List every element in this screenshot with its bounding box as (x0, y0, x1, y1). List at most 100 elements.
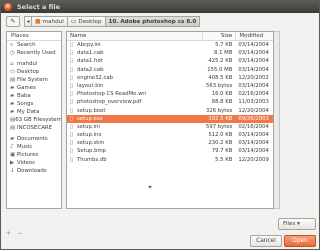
place-pictures[interactable]: ▣ Pictures (7, 151, 61, 159)
place-label: Desktop (17, 69, 40, 75)
drive-icon: ▤ (10, 125, 16, 131)
desktop-icon: ▭ (10, 69, 16, 75)
file-size-cell: 102.5 KB (208, 115, 233, 122)
file-size-cell: 5.5 KB (215, 156, 233, 163)
place-incosecare[interactable]: ▤ INCOSECARE (7, 124, 61, 132)
file-row[interactable]: ▯ photoshop_overview.pdf 88.8 KB 11/03/2003 (67, 98, 273, 106)
place-downloads[interactable]: ↓ Downloads (7, 167, 61, 175)
file-modified-cell: 03/14/2004 (238, 58, 269, 65)
home-folder-icon: ⌂ (10, 61, 14, 67)
file-icon: ▯ (70, 66, 74, 73)
file-name: data1.cab (77, 50, 104, 57)
file-name-cell: ▯ Abcpy.ini (67, 41, 202, 49)
file-size-cell: 425.2 KB (208, 58, 233, 65)
file-row[interactable]: ▯ Setup.bmp 79.7 KB 03/14/2004 (67, 147, 273, 155)
file-name: setup.inx (77, 132, 102, 139)
file-name-cell: ▯ Photoshop CS ReadMe.wri (67, 90, 202, 98)
place-search[interactable]: ⌕ Search (7, 41, 61, 49)
file-name-cell: ▯ photoshop_overview.pdf (67, 98, 202, 106)
file-name: photoshop_overview.pdf (77, 99, 142, 106)
place-label: My Data (17, 109, 40, 115)
file-modified-cell: 11/03/2003 (238, 99, 269, 106)
place-label: Recently Used (17, 50, 56, 56)
file-icon: ▯ (70, 50, 74, 57)
file-row[interactable]: ▯ setup.ini 597 bytes 02/16/2004 (67, 123, 273, 131)
file-icon: ▯ (70, 82, 74, 89)
file-name: data2.cab (77, 66, 104, 73)
music-folder-icon: ♪ (10, 144, 14, 150)
file-row[interactable]: ▯ data1.hdr 425.2 KB 03/14/2004 (67, 57, 273, 65)
file-name: layout.bin (77, 82, 104, 89)
file-row[interactable]: ▯ setup.skin 230.2 KB 03/14/2004 (67, 139, 273, 147)
path-crumb-label: 10. Adobe photoshop cs 8.0 (108, 18, 197, 25)
folder-icon: ▰ (10, 101, 15, 107)
add-bookmark-button[interactable]: + (6, 230, 11, 237)
place-documents[interactable]: ▰ Documents (7, 135, 61, 143)
file-list-scrollbar[interactable] (274, 31, 280, 209)
file-row[interactable]: ▯ layout.bin 563 bytes 03/14/2004 (67, 82, 273, 90)
path-crumb-home[interactable]: ■ mahdul (31, 16, 68, 27)
place-music[interactable]: ♪ Music (7, 143, 61, 151)
download-folder-icon: ↓ (10, 168, 15, 174)
place-63gb-filesystem[interactable]: ▤ 63 GB Filesystem (7, 116, 61, 124)
window-title: Select a file (17, 3, 61, 11)
place-label: Search (17, 42, 36, 48)
column-modified-header[interactable]: Modified (235, 32, 273, 40)
folder-icon: ▰ (10, 136, 15, 142)
file-row[interactable]: ▯ Abcpy.ini 5.7 KB 03/14/2004 (67, 41, 273, 49)
edit-location-button[interactable]: ✎ (6, 16, 20, 27)
open-button[interactable]: Open (284, 235, 316, 247)
path-crumb-desktop[interactable]: ▭ Desktop (66, 16, 106, 27)
file-row[interactable]: ▯ data2.cab 155.0 MB 03/14/2004 (67, 66, 273, 74)
place-games[interactable]: ▰ Games (7, 84, 61, 92)
place-label: Songs (17, 101, 34, 107)
file-size-cell: 563 bytes (205, 82, 233, 89)
file-name-cell: ▯ data1.hdr (67, 57, 202, 65)
file-row[interactable]: ▯ setup.boot 326 bytes 12/20/2004 (67, 107, 273, 115)
file-size-cell: 597 bytes (205, 123, 233, 130)
file-filter-label: Files (283, 221, 296, 227)
places-sidebar: Places ⌕ Search ◷ Recently Used ⌂ mahdul ▭ D… (6, 31, 62, 209)
file-row[interactable]: ▯ Photoshop CS ReadMe.wri 16.0 KB 02/16/200… (67, 90, 273, 98)
file-icon: ▯ (70, 42, 74, 48)
path-crumb-label: Desktop (78, 18, 102, 25)
drive-icon: ▤ (10, 77, 16, 83)
file-row[interactable]: ▯ setup.exe 102.5 KB 09/26/2003 (67, 114, 273, 123)
file-size-cell: 155.0 MB (207, 66, 233, 73)
place-songs[interactable]: ▰ Songs (7, 100, 61, 108)
file-row[interactable]: ▯ engine32.cab 408.5 KB 12/20/2002 (67, 74, 273, 82)
file-name-cell: ▯ setup.boot (67, 107, 202, 115)
place-desktop[interactable]: ▭ Desktop (7, 68, 61, 76)
file-icon: ▯ (70, 148, 74, 155)
clock-icon: ◷ (10, 50, 15, 56)
file-icon: ▯ (70, 58, 74, 65)
file-modified-cell: 03/14/2004 (238, 66, 269, 73)
column-name-header[interactable]: Name (67, 32, 202, 40)
place-my-data[interactable]: ▰ My Data (7, 108, 61, 116)
file-row[interactable]: ▯ Thumbs.db 5.5 KB 12/20/2009 (67, 156, 273, 164)
file-name: Abcpy.ini (77, 42, 101, 48)
file-name: Photoshop CS ReadMe.wri (77, 91, 147, 98)
file-filter-select[interactable]: Files ▾ (278, 218, 316, 230)
file-icon: ▯ (70, 140, 74, 147)
video-folder-icon: ▶ (10, 160, 15, 166)
place-recently-used[interactable]: ◷ Recently Used (7, 49, 61, 57)
cancel-button[interactable]: Cancel (250, 235, 282, 247)
remove-bookmark-button[interactable]: − (17, 230, 22, 237)
close-button[interactable]: × (4, 3, 12, 11)
place-label: Videos (17, 160, 35, 166)
path-crumb-label: mahdul (42, 18, 64, 25)
file-name: setup.boot (77, 107, 106, 114)
place-videos[interactable]: ▶ Videos (7, 159, 61, 167)
place-home[interactable]: ⌂ mahdul (7, 60, 61, 68)
place-baba[interactable]: ▰ Baba (7, 92, 61, 100)
file-list: Name Size Modified ▯ Abcpy.ini 5.7 KB 03/14… (66, 31, 274, 209)
file-row[interactable]: ▯ data1.cab 8.1 MB 03/14/2004 (67, 49, 273, 57)
file-row[interactable]: ▯ setup.inx 512.0 KB 03/14/2004 (67, 131, 273, 139)
file-modified-cell: 03/14/2004 (238, 148, 269, 155)
path-crumb-current[interactable]: 10. Adobe photoshop cs 8.0 (104, 16, 201, 27)
path-bar: ✎ ◂ ■ mahdul ▭ Desktop 10. Adobe photosh… (6, 16, 201, 27)
column-size-header[interactable]: Size (201, 32, 236, 40)
file-name-cell: ▯ layout.bin (67, 82, 202, 90)
place-file-system[interactable]: ▤ File System (7, 76, 61, 84)
